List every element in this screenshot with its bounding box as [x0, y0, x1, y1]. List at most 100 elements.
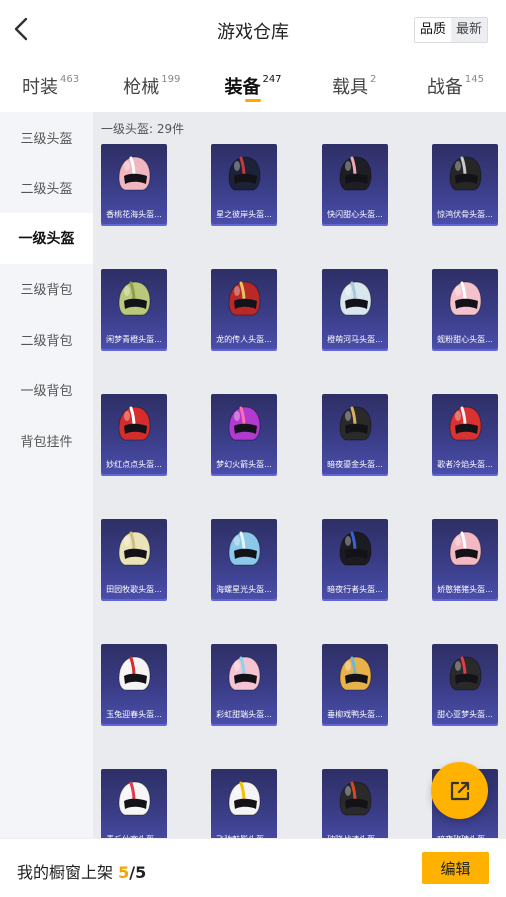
item-card[interactable]: 星之彼岸头盔... [211, 144, 277, 224]
item-card[interactable]: 蚬粉甜心头盔... [432, 269, 498, 349]
item-name: 田园牧歌头盔... [106, 585, 162, 594]
sidebar-item-backpack-lv1[interactable]: 一级背包 [0, 365, 93, 416]
tab-label: 装备 [224, 77, 261, 98]
helmet-icon [118, 656, 151, 691]
item-card[interactable]: 暗夜行者头盔... [322, 519, 388, 599]
item-name: 梦幻火箭头盔... [216, 460, 272, 469]
showcase-status: 我的橱窗上架 5/5 [17, 859, 146, 883]
helmet-icon [449, 156, 482, 191]
item-card[interactable]: 橙萌河马头盔... [322, 269, 388, 349]
helmet-icon [118, 281, 151, 316]
item-name: 星之彼岸头盔... [216, 210, 272, 219]
item-name: 蚬粉甜心头盔... [437, 335, 493, 344]
tab-label: 载具 [332, 77, 369, 98]
share-button[interactable] [431, 762, 488, 819]
item-name: 香桃花海头盔... [106, 210, 162, 219]
item-card[interactable]: 娇憨猪猪头盔... [432, 519, 498, 599]
item-card[interactable]: 妙红点点头盔... [101, 394, 167, 474]
item-name: 快闪甜心头盔... [327, 210, 383, 219]
tab-count: 199 [161, 74, 181, 85]
showcase-label: 我的橱窗上架 [17, 863, 114, 882]
item-card[interactable]: 惊鸿伏骨头盔... [432, 144, 498, 224]
item-content: 一级头盔: 29件 香桃花海头盔... 星之彼岸头盔... 快闪甜心头盔... 惊鸿伏… [93, 112, 506, 838]
helmet-icon [228, 781, 261, 816]
helmet-icon [339, 531, 372, 566]
item-name: 橙萌河马头盔... [327, 335, 383, 344]
item-card[interactable]: 破晓战魂头盔... [322, 769, 388, 838]
item-card[interactable]: 飞驰魅影头盔... [211, 769, 277, 838]
tab-weapons[interactable]: 枪械 199 [101, 60, 202, 112]
item-name: 闲梦青橙头盔... [106, 335, 162, 344]
item-card[interactable]: 垂柳戏鸭头盔... [322, 644, 388, 724]
item-name: 海螺星光头盔... [216, 585, 272, 594]
item-card[interactable]: 暗夜鎏金头盔... [322, 394, 388, 474]
item-card[interactable]: 甜心亚梦头盔... [432, 644, 498, 724]
item-card[interactable]: 闲梦青橙头盔... [101, 269, 167, 349]
tab-label: 枪械 [123, 77, 160, 98]
sort-option-quality[interactable]: 品质 [414, 18, 451, 42]
item-card[interactable]: 海螺星光头盔... [211, 519, 277, 599]
tab-equipment[interactable]: 装备 247 [202, 60, 303, 112]
helmet-icon [118, 156, 151, 191]
tab-supplies[interactable]: 战备 145 [405, 60, 506, 112]
tab-count: 463 [60, 74, 80, 85]
active-tab-indicator [245, 99, 261, 102]
tab-count: 247 [262, 74, 282, 85]
sidebar-item-backpack-lv2[interactable]: 二级背包 [0, 314, 93, 365]
item-name: 彩虹甜端头盔... [216, 710, 272, 719]
helmet-icon [339, 156, 372, 191]
section-title: 一级头盔: 29件 [101, 122, 185, 136]
tab-count: 2 [370, 74, 377, 85]
sort-toggle: 品质 最新 [413, 17, 488, 43]
item-card[interactable]: 龙的传人头盔... [211, 269, 277, 349]
item-name: 惊鸿伏骨头盔... [437, 210, 493, 219]
sidebar-item-backpack-pendant[interactable]: 背包挂件 [0, 415, 93, 466]
item-name: 玉兔迎春头盔... [106, 710, 162, 719]
item-name: 暗夜鎏金头盔... [327, 460, 383, 469]
helmet-icon [449, 281, 482, 316]
item-name: 娇憨猪猪头盔... [437, 585, 493, 594]
sidebar-item-helmet-lv3[interactable]: 三级头盔 [0, 112, 93, 163]
helmet-icon [449, 531, 482, 566]
item-card[interactable]: 歌者冷焰头盔... [432, 394, 498, 474]
app-root: 游戏仓库 品质 最新 时装 463 枪械 199 装备 247 载具 2 战备 … [0, 0, 506, 897]
helmet-icon [228, 406, 261, 441]
helmet-icon [339, 281, 372, 316]
item-card[interactable]: 香桃花海头盔... [101, 144, 167, 224]
item-name: 龙的传人头盔... [216, 335, 272, 344]
helmet-icon [339, 781, 372, 816]
helmet-icon [228, 281, 261, 316]
showcase-current: 5 [118, 863, 130, 882]
sidebar-item-backpack-lv3[interactable]: 三级背包 [0, 264, 93, 315]
helmet-icon [339, 406, 372, 441]
item-card[interactable]: 快闪甜心头盔... [322, 144, 388, 224]
item-name: 妙红点点头盔... [106, 460, 162, 469]
item-name: 暗夜行者头盔... [327, 585, 383, 594]
sort-option-latest[interactable]: 最新 [450, 18, 487, 42]
tab-label: 时装 [22, 77, 59, 98]
showcase-footer: 我的橱窗上架 5/5 编辑 [0, 838, 506, 897]
item-name: 歌者冷焰头盔... [437, 460, 493, 469]
tab-vehicles[interactable]: 载具 2 [304, 60, 405, 112]
subcategory-sidebar: 三级头盔 二级头盔 一级头盔 三级背包 二级背包 一级背包 背包挂件 [0, 112, 93, 838]
edit-button[interactable]: 编辑 [422, 852, 489, 884]
item-card[interactable]: 青丘仙客头盔... [101, 769, 167, 838]
item-name: 垂柳戏鸭头盔... [327, 710, 383, 719]
tab-fashion[interactable]: 时装 463 [0, 60, 101, 112]
header-bar: 游戏仓库 品质 最新 [0, 0, 506, 60]
helmet-icon [228, 531, 261, 566]
sidebar-item-helmet-lv2[interactable]: 二级头盔 [0, 163, 93, 214]
item-card[interactable]: 梦幻火箭头盔... [211, 394, 277, 474]
category-tabs: 时装 463 枪械 199 装备 247 载具 2 战备 145 [0, 60, 506, 112]
item-card[interactable]: 玉兔迎春头盔... [101, 644, 167, 724]
helmet-icon [228, 656, 261, 691]
helmet-icon [449, 656, 482, 691]
sidebar-item-helmet-lv1[interactable]: 一级头盔 [0, 213, 93, 264]
item-card[interactable]: 彩虹甜端头盔... [211, 644, 277, 724]
helmet-icon [118, 781, 151, 816]
helmet-icon [118, 406, 151, 441]
item-card[interactable]: 田园牧歌头盔... [101, 519, 167, 599]
helmet-icon [449, 406, 482, 441]
share-icon [450, 781, 469, 800]
tab-label: 战备 [426, 77, 463, 98]
